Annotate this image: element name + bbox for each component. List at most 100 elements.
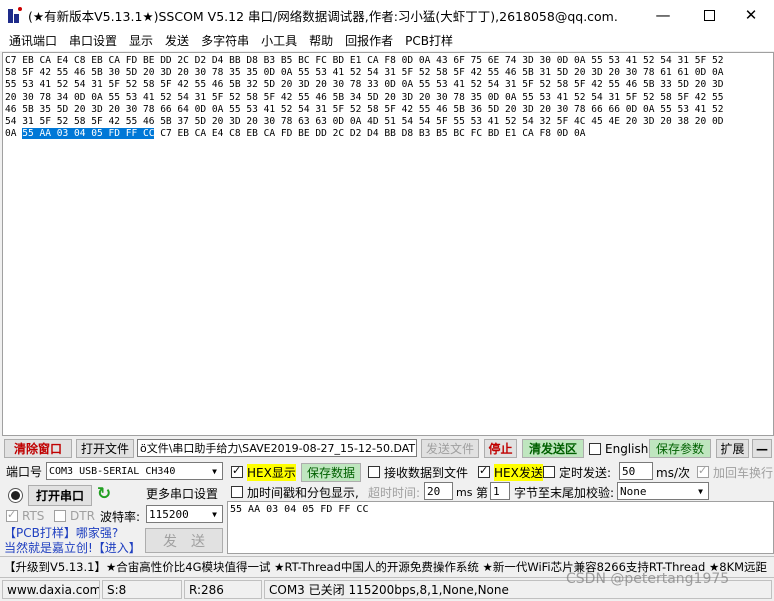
receive-line-last: 0A 55 AA 03 04 05 FD FF CC C7 EB CA E4 C…	[5, 128, 773, 140]
checksum-select[interactable]: None ▼	[617, 482, 709, 500]
add-crlf-checkbox[interactable]	[697, 464, 709, 478]
timed-send-label: 定时发送:	[559, 465, 612, 480]
pcb-ad-line1[interactable]: 【PCB打样】哪家强?	[4, 526, 141, 541]
timed-send-option[interactable]: 定时发送:	[543, 463, 611, 481]
hex-send-label: HEX发送	[494, 463, 543, 481]
minimize-button[interactable]: —	[640, 0, 686, 30]
record-icon	[11, 491, 20, 500]
menu-pcb[interactable]: PCB打样	[400, 32, 458, 49]
receive-prefix: 0A	[5, 128, 23, 140]
send-file-button[interactable]: 发送文件	[421, 439, 479, 458]
chevron-down-icon: ▼	[212, 466, 217, 476]
open-port-button[interactable]: 打开串口	[28, 485, 92, 506]
receive-line: 46 5B 35 5D 20 3D 20 30 78 66 64 0D 0A 5…	[5, 103, 724, 115]
refresh-icon[interactable]: ↻	[95, 485, 113, 503]
baud-label: 波特率:	[100, 509, 141, 524]
receive-line: 55 53 41 52 54 31 5F 52 58 5F 42 55 46 5…	[5, 79, 724, 91]
pcb-ad[interactable]: 【PCB打样】哪家强? 当然就是嘉立创!【进入】	[4, 526, 141, 556]
receive-line: 54 31 5F 52 58 5F 42 55 46 5B 37 5D 20 3…	[5, 116, 724, 128]
clear-send-button[interactable]: 清发送区	[522, 439, 584, 458]
recv-to-file-option[interactable]: 接收数据到文件	[368, 463, 468, 481]
receive-line: 20 30 78 34 0D 0A 55 53 41 52 54 31 5F 5…	[5, 91, 724, 103]
send-textarea[interactable]: 55 AA 03 04 05 FD FF CC	[227, 501, 774, 554]
csdn-watermark: CSDN @petertang1975	[566, 571, 730, 587]
recv-to-file-label: 接收数据到文件	[384, 465, 469, 480]
baud-value: 115200	[149, 507, 189, 521]
more-port-settings-link[interactable]: 更多串口设置	[146, 484, 218, 502]
save-data-button[interactable]: 保存数据	[301, 463, 361, 482]
pcb-ad-line2[interactable]: 当然就是嘉立创!【进入】	[4, 541, 141, 556]
chevron-down-icon: ▼	[698, 486, 703, 496]
timeout-input[interactable]: 20	[424, 482, 453, 500]
timestamp-option[interactable]: 加时间戳和分包显示,	[231, 483, 359, 501]
save-params-button[interactable]: 保存参数	[649, 439, 711, 458]
close-icon: ✕	[744, 6, 758, 24]
file-path-input[interactable]: ö文件\串口助手给力\SAVE2019-08-27_15-12-50.DAT	[137, 439, 417, 457]
collapse-button[interactable]: —	[752, 439, 772, 458]
menu-send[interactable]: 发送	[160, 32, 194, 49]
rts-option[interactable]: RTS	[6, 507, 44, 525]
send-button[interactable]: 发 送	[145, 528, 223, 553]
timestamp-label: 加时间戳和分包显示,	[247, 485, 359, 500]
clear-window-button[interactable]: 清除窗口	[4, 439, 72, 458]
status-sent-count: S:8	[102, 580, 182, 599]
maximize-icon	[703, 9, 715, 21]
open-file-button[interactable]: 打开文件	[76, 439, 134, 458]
receive-line: C7 EB CA E4 C8 EB CA FD BE DD 2C D2 D4 B…	[5, 55, 724, 66]
port-label: 端口号	[6, 464, 43, 479]
timeout-unit: ms	[456, 485, 473, 499]
status-website[interactable]: www.daxia.com	[2, 580, 100, 599]
maximize-button[interactable]	[686, 0, 732, 30]
port-value: COM3 USB-SERIAL CH340	[49, 465, 176, 477]
add-crlf-label: 加回车换行	[713, 465, 774, 480]
english-label: English	[605, 442, 649, 456]
menu-multi-string[interactable]: 多字符串	[196, 32, 254, 49]
receive-area[interactable]: C7 EB CA E4 C8 EB CA FD BE DD 2C D2 D4 B…	[2, 52, 774, 436]
port-status-indicator	[8, 488, 23, 503]
menu-display[interactable]: 显示	[124, 32, 158, 49]
interval-input[interactable]: 50	[619, 462, 653, 480]
english-option[interactable]: English	[589, 440, 648, 458]
timeout-label: 超时时间:	[368, 485, 421, 500]
menu-tools[interactable]: 小工具	[256, 32, 302, 49]
receive-line: 58 5F 42 55 46 5B 30 5D 20 3D 20 30 78 3…	[5, 67, 724, 79]
receive-selection: 55 AA 03 04 05 FD FF CC	[22, 128, 155, 140]
add-crlf-option[interactable]: 加回车换行	[697, 463, 773, 481]
port-select[interactable]: COM3 USB-SERIAL CH340 ▼	[46, 462, 223, 480]
english-checkbox[interactable]	[589, 443, 601, 455]
stop-button[interactable]: 停止	[484, 439, 517, 458]
checksum-label: 字节至末尾加校验:	[514, 485, 615, 500]
timestamp-checkbox[interactable]	[231, 486, 243, 498]
hex-display-checkbox[interactable]	[231, 464, 243, 478]
app-icon	[8, 7, 22, 23]
interval-unit: ms/次	[656, 465, 690, 480]
dtr-checkbox[interactable]	[54, 510, 66, 522]
rts-label: RTS	[22, 509, 45, 523]
window-title: (★有新版本V5.13.1★)SSCOM V5.12 串口/网络数据调试器,作者…	[28, 8, 618, 24]
recv-to-file-checkbox[interactable]	[368, 466, 380, 478]
hex-display-option[interactable]: HEX显示	[231, 463, 296, 481]
status-received-count: R:286	[184, 580, 262, 599]
chevron-down-icon: ▼	[212, 509, 217, 519]
menu-comm-port[interactable]: 通讯端口	[4, 32, 62, 49]
nth-label: 第	[476, 485, 489, 500]
dtr-label: DTR	[70, 509, 95, 523]
hex-send-checkbox[interactable]	[478, 464, 490, 478]
dtr-option[interactable]: DTR	[54, 507, 95, 525]
hex-display-label: HEX显示	[247, 463, 296, 481]
rts-checkbox[interactable]	[6, 508, 18, 522]
checksum-value: None	[620, 484, 647, 498]
receive-suffix: C7 EB CA E4 C8 EB CA FD BE DD 2C D2 D4 B…	[154, 128, 586, 140]
expand-button[interactable]: 扩展	[716, 439, 749, 458]
menu-report-author[interactable]: 回报作者	[340, 32, 398, 49]
close-button[interactable]: ✕	[728, 0, 774, 30]
minimize-icon: —	[655, 6, 671, 24]
menu-help[interactable]: 帮助	[304, 32, 338, 49]
menu-port-settings[interactable]: 串口设置	[64, 32, 122, 49]
title-bar: (★有新版本V5.13.1★)SSCOM V5.12 串口/网络数据调试器,作者…	[0, 0, 774, 30]
hex-send-option[interactable]: HEX发送	[478, 463, 543, 481]
baud-select[interactable]: 115200 ▼	[146, 505, 223, 523]
nth-input[interactable]: 1	[490, 482, 510, 500]
timed-send-checkbox[interactable]	[543, 466, 555, 478]
menu-bar: 通讯端口 串口设置 显示 发送 多字符串 小工具 帮助 回报作者 PCB打样	[0, 30, 774, 51]
